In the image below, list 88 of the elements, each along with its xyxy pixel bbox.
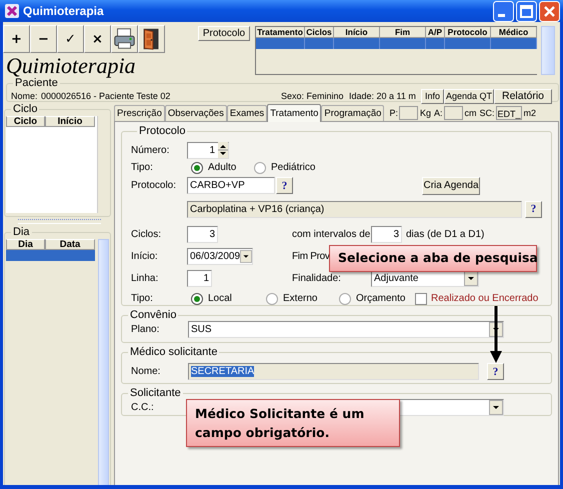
caret-icon[interactable] <box>489 400 503 415</box>
tab[interactable]: Observações <box>164 105 227 121</box>
input-field[interactable]: CARBO+VP <box>187 177 275 194</box>
field-label: A: <box>434 108 442 118</box>
window-title: Quimioterapia <box>23 4 104 18</box>
patient-name: 0000026516 - Paciente Teste 02 <box>41 91 172 101</box>
splitter-handle[interactable] <box>18 219 101 224</box>
field-label: Nome: <box>11 91 39 101</box>
field-label: Tipo: <box>131 293 154 304</box>
group-label: Solicitante <box>129 388 182 399</box>
hint-tooltip: Selecione a aba de pesquisa <box>329 245 537 272</box>
toolbar-button[interactable]: − <box>30 25 57 53</box>
field-label: Plano: <box>131 324 160 335</box>
help-button[interactable]: ? <box>525 200 542 218</box>
toolbar-button[interactable]: Info <box>421 88 444 104</box>
help-button[interactable]: ? <box>487 363 504 380</box>
field-label: SC: <box>480 108 495 118</box>
input-field[interactable] <box>444 106 462 120</box>
group-label: Dia <box>12 227 31 238</box>
dropdown[interactable]: SUS <box>188 321 504 338</box>
close-button[interactable] <box>539 0 560 22</box>
unit-label: Kg <box>420 108 431 118</box>
caret-icon[interactable] <box>240 249 252 264</box>
column-header[interactable]: Ciclo <box>6 116 45 127</box>
date-dropdown[interactable]: 06/03/2009 <box>187 248 253 265</box>
toolbar-button[interactable]: Relatório <box>494 88 552 104</box>
checkbox[interactable]: Realizado ou Encerrado <box>415 292 538 304</box>
maximize-button[interactable] <box>516 0 537 22</box>
tab[interactable]: Prescrição <box>114 105 165 121</box>
radio-button[interactable]: Local <box>187 292 262 304</box>
form-heading: Quimioterapia <box>6 53 137 78</box>
field-label: Nome: <box>131 366 162 377</box>
field-label: Ciclos: <box>131 229 162 240</box>
field-label: Finalidade: <box>292 273 342 284</box>
field-label: Número: <box>131 144 170 156</box>
input-field[interactable]: SECRETARIA <box>188 363 479 380</box>
column-header[interactable]: Dia <box>6 239 45 250</box>
field-label: Linha: <box>131 273 160 284</box>
tab[interactable]: Exames <box>226 105 268 121</box>
caret-icon[interactable] <box>464 271 478 286</box>
input-field[interactable]: 3 <box>187 226 218 243</box>
radio-button[interactable]: Externo <box>262 292 335 304</box>
protocolo-button[interactable]: Protocolo <box>198 26 250 41</box>
sex-text: Sexo: Feminino <box>281 91 345 101</box>
radio-button[interactable]: Pediátrico <box>250 162 316 174</box>
tab[interactable]: Tratamento <box>267 104 322 122</box>
spinner-arrows-icon[interactable] <box>218 142 228 158</box>
field-label: dias (de D1 a D1) <box>406 229 484 240</box>
app-icon <box>5 4 19 18</box>
group-label: Médico solicitante <box>129 347 218 358</box>
group-label: Paciente <box>15 78 58 89</box>
group-label: Protocolo <box>138 126 186 137</box>
input-field[interactable]: 1 <box>187 270 212 287</box>
tab[interactable]: Programação <box>321 105 384 121</box>
hint-tooltip: Médico Solicitante é um campo obrigatório. <box>186 399 400 447</box>
radio-button[interactable]: Adulto <box>187 162 250 174</box>
input-field[interactable] <box>398 106 418 120</box>
number-spinner[interactable]: 1 <box>187 142 229 158</box>
group-label: Convênio <box>129 310 178 321</box>
field-label: com intervalos de <box>292 229 371 240</box>
arrow <box>490 306 502 363</box>
cria-agenda-button[interactable]: Cria Agenda <box>422 176 480 194</box>
field-label: Tipo: <box>131 162 154 173</box>
printer-icon[interactable] <box>111 25 138 53</box>
field-label: Protocolo: <box>131 180 178 191</box>
field-label: Início: <box>131 251 159 262</box>
unit-label: cm <box>464 108 476 118</box>
field-label: C.C.: <box>131 402 155 413</box>
field-label: P: <box>389 108 398 118</box>
help-button[interactable]: ? <box>276 177 293 194</box>
column-header[interactable]: Data <box>45 239 95 250</box>
input-field: Carboplatina + VP16 (criança) <box>187 200 522 218</box>
radio-button[interactable]: Orçamento <box>335 292 415 304</box>
toolbar-button[interactable]: ✓ <box>57 25 84 53</box>
field-label: Fim Prov <box>292 251 330 262</box>
age-text: Idade: 20 a 11 m <box>349 91 417 101</box>
toolbar-button[interactable]: × <box>84 25 111 53</box>
unit-label: m2 <box>524 108 536 118</box>
minimize-button[interactable] <box>493 0 514 22</box>
column-header[interactable]: Início <box>45 116 95 127</box>
scrollbar[interactable] <box>98 239 109 485</box>
input-field[interactable]: 3 <box>371 226 402 243</box>
door-icon[interactable] <box>138 25 165 53</box>
scrollbar[interactable] <box>541 26 555 75</box>
toolbar-button[interactable]: Agenda QT <box>444 88 494 104</box>
group-label: Ciclo <box>12 104 38 115</box>
input-field[interactable]: EDT_ <box>496 106 522 120</box>
toolbar-button[interactable]: + <box>3 25 30 53</box>
